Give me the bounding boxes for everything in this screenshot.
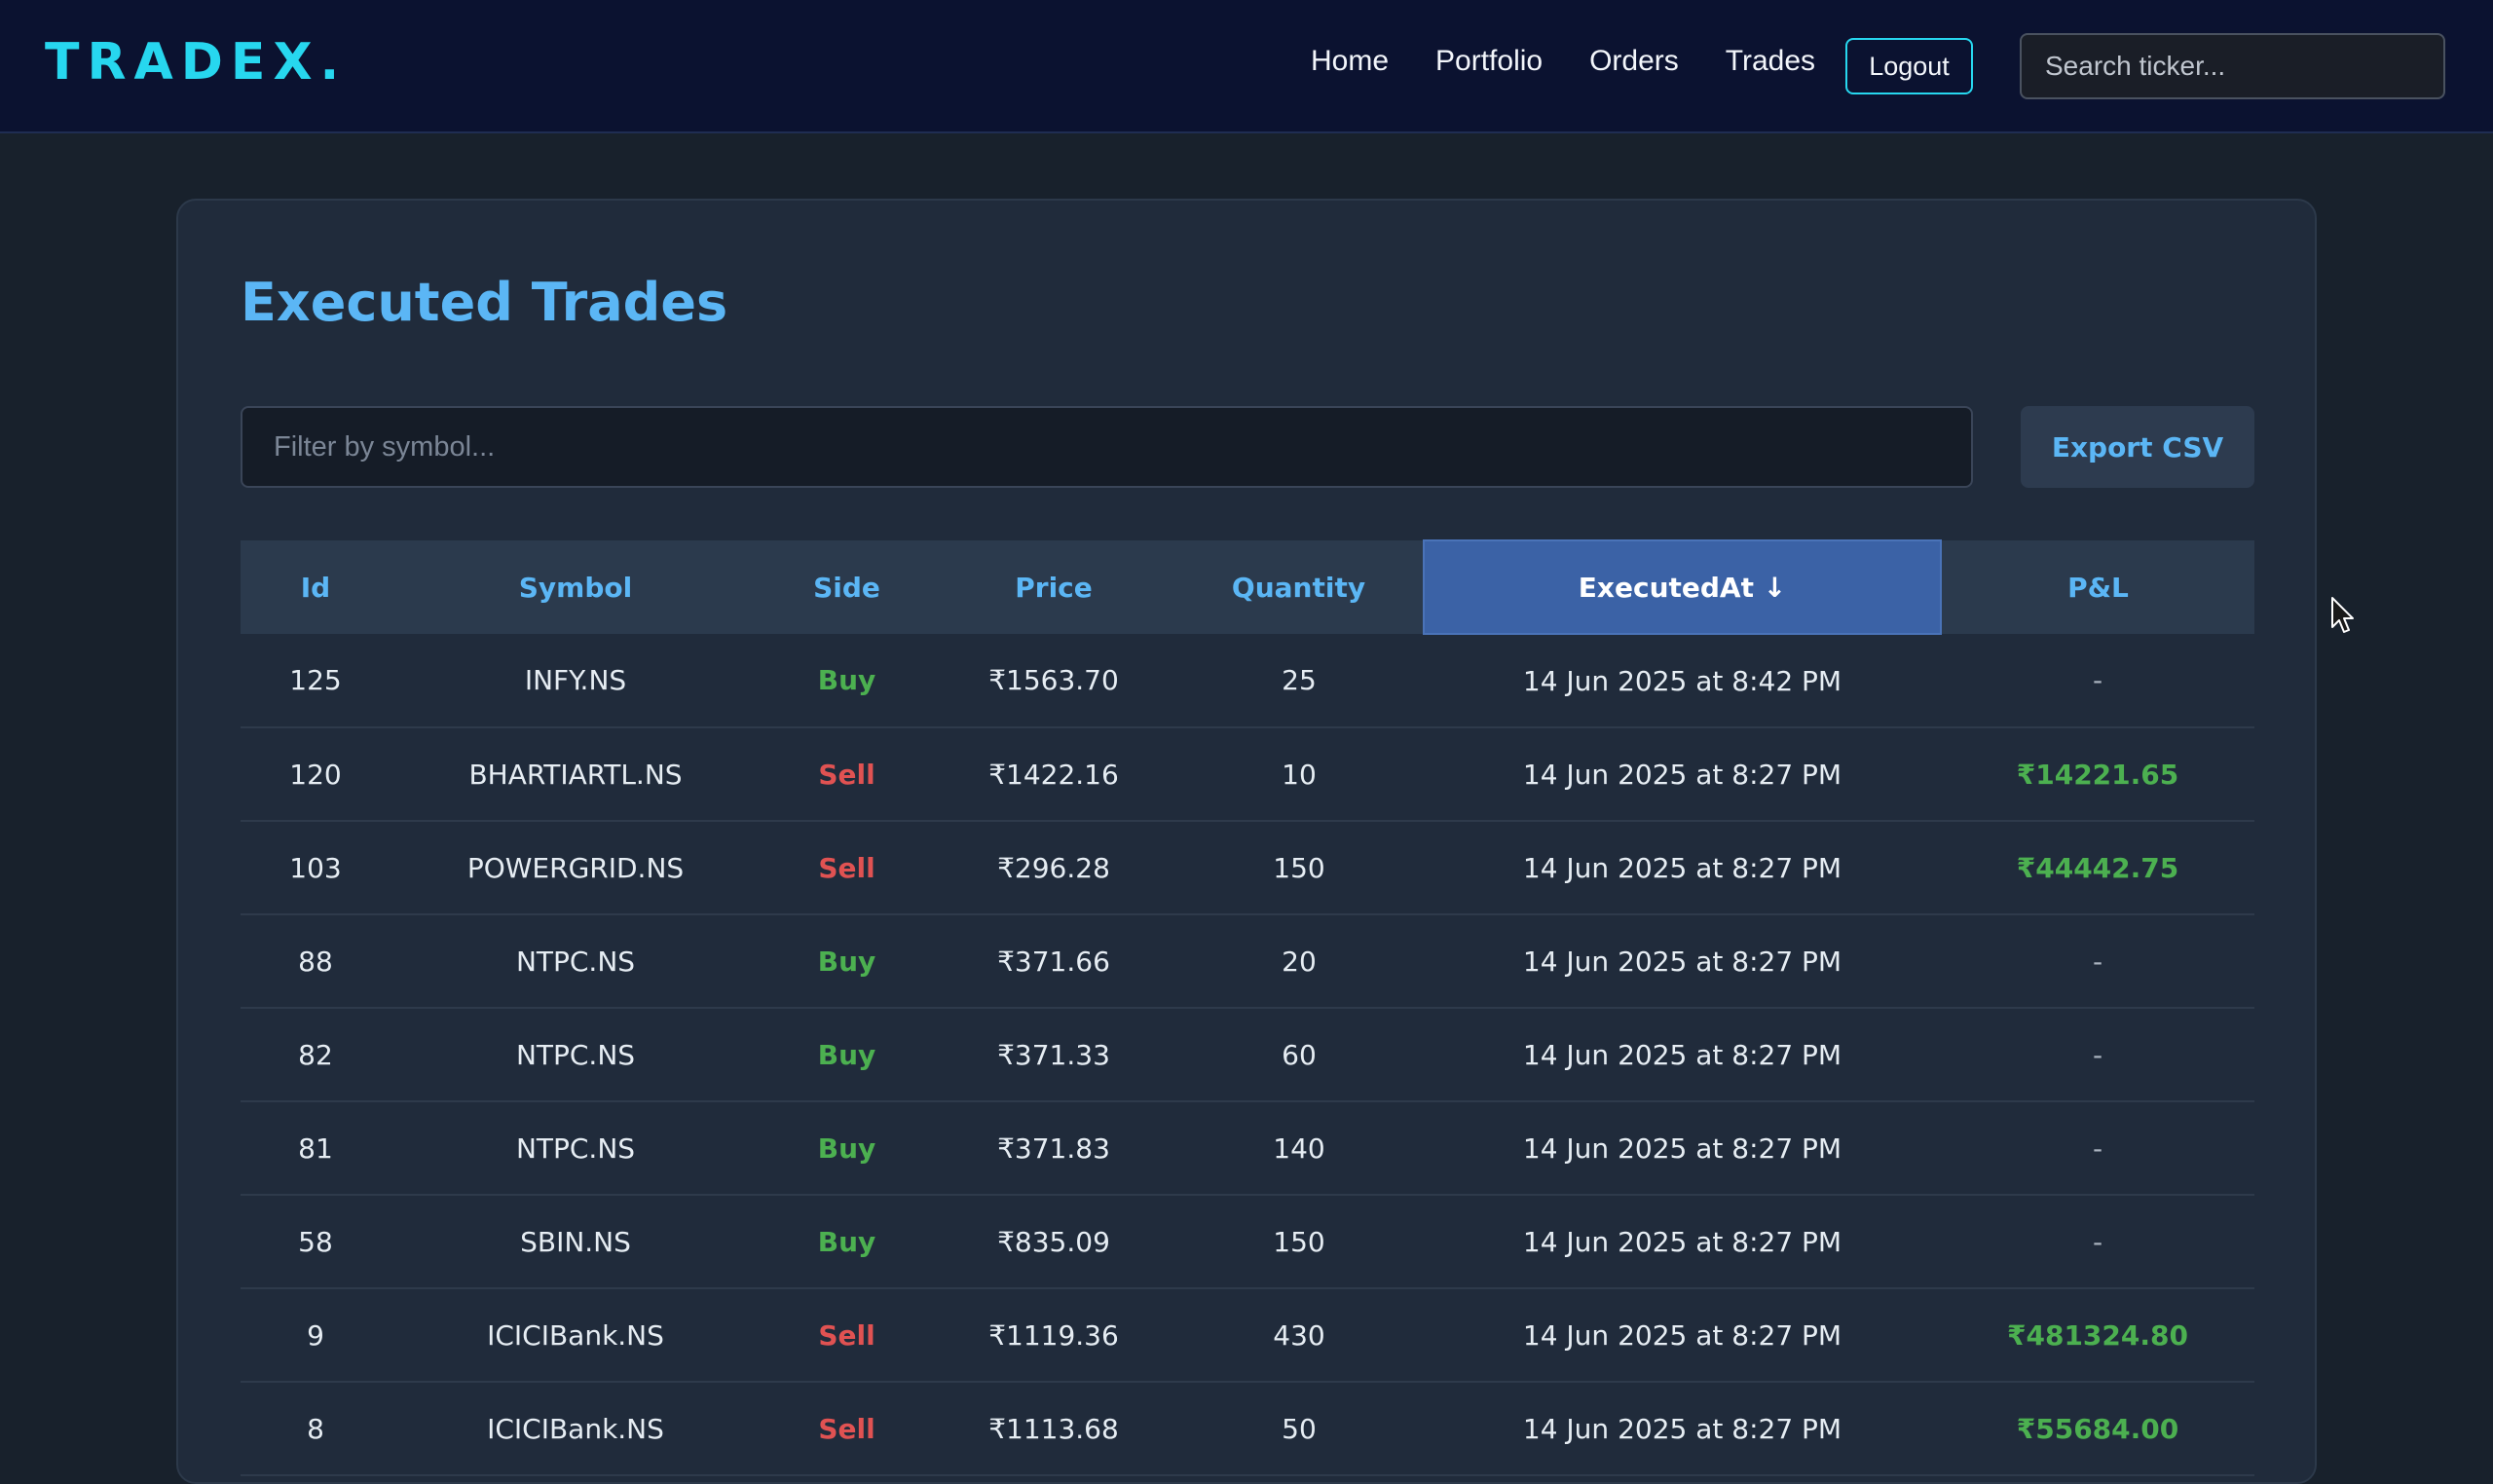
app-logo[interactable]: TRADEX. bbox=[45, 33, 347, 92]
navbar: TRADEX. Home Portfolio Orders Trades Log… bbox=[0, 0, 2493, 133]
trade-pnl: ₹44442.75 bbox=[1941, 821, 2254, 915]
table-row: 58 SBIN.NS Buy ₹835.09 150 14 Jun 2025 a… bbox=[241, 1195, 2254, 1289]
trade-side: Buy bbox=[761, 1195, 933, 1289]
trade-executed-at: 14 Jun 2025 at 8:27 PM bbox=[1424, 821, 1941, 915]
trade-side: Sell bbox=[761, 727, 933, 822]
column-header-price[interactable]: Price bbox=[933, 540, 1174, 634]
trade-pnl: ₹55684.00 bbox=[1941, 1382, 2254, 1476]
trade-pnl: - bbox=[1941, 634, 2254, 728]
trade-executed-at: 14 Jun 2025 at 8:27 PM bbox=[1424, 914, 1941, 1009]
page-title: Executed Trades bbox=[241, 272, 728, 333]
trade-price: ₹371.83 bbox=[933, 1101, 1174, 1196]
trade-side: Buy bbox=[761, 1008, 933, 1102]
trade-id: 103 bbox=[241, 821, 391, 915]
trade-quantity: 140 bbox=[1174, 1101, 1424, 1196]
table-header-row: Id Symbol Side Price Quantity ExecutedAt… bbox=[241, 539, 2254, 635]
trade-quantity: 60 bbox=[1174, 1008, 1424, 1102]
trade-quantity: 150 bbox=[1174, 821, 1424, 915]
trade-pnl: - bbox=[1941, 1008, 2254, 1102]
trade-executed-at: 14 Jun 2025 at 8:42 PM bbox=[1424, 634, 1941, 728]
table-row: 88 NTPC.NS Buy ₹371.66 20 14 Jun 2025 at… bbox=[241, 914, 2254, 1009]
column-header-id[interactable]: Id bbox=[241, 540, 391, 634]
trade-price: ₹371.66 bbox=[933, 914, 1174, 1009]
trade-quantity: 10 bbox=[1174, 727, 1424, 822]
table-row: 8 ICICIBank.NS Sell ₹1113.68 50 14 Jun 2… bbox=[241, 1382, 2254, 1476]
table-row: 120 BHARTIARTL.NS Sell ₹1422.16 10 14 Ju… bbox=[241, 727, 2254, 822]
trade-symbol: ICICIBank.NS bbox=[391, 1382, 761, 1476]
trade-price: ₹1563.70 bbox=[933, 634, 1174, 728]
trade-price: ₹371.33 bbox=[933, 1008, 1174, 1102]
column-header-executed-at[interactable]: ExecutedAt ↓ bbox=[1423, 539, 1942, 635]
trades-table: Id Symbol Side Price Quantity ExecutedAt… bbox=[241, 539, 2254, 1476]
trade-executed-at: 14 Jun 2025 at 8:27 PM bbox=[1424, 1008, 1941, 1102]
column-header-quantity[interactable]: Quantity bbox=[1174, 540, 1424, 634]
column-header-symbol[interactable]: Symbol bbox=[391, 540, 761, 634]
trade-quantity: 430 bbox=[1174, 1288, 1424, 1383]
main-nav: Home Portfolio Orders Trades bbox=[1311, 45, 1862, 78]
table-row: 81 NTPC.NS Buy ₹371.83 140 14 Jun 2025 a… bbox=[241, 1101, 2254, 1196]
trade-side: Sell bbox=[761, 1288, 933, 1383]
trade-id: 81 bbox=[241, 1101, 391, 1196]
trade-id: 9 bbox=[241, 1288, 391, 1383]
trade-executed-at: 14 Jun 2025 at 8:27 PM bbox=[1424, 727, 1941, 822]
trade-executed-at: 14 Jun 2025 at 8:27 PM bbox=[1424, 1288, 1941, 1383]
trades-card: Executed Trades Export CSV Id Symbol Sid… bbox=[176, 199, 2317, 1484]
trade-side: Sell bbox=[761, 1382, 933, 1476]
trade-pnl: - bbox=[1941, 1101, 2254, 1196]
trade-price: ₹296.28 bbox=[933, 821, 1174, 915]
trade-pnl: ₹14221.65 bbox=[1941, 727, 2254, 822]
trade-id: 82 bbox=[241, 1008, 391, 1102]
trade-price: ₹1119.36 bbox=[933, 1288, 1174, 1383]
trade-executed-at: 14 Jun 2025 at 8:27 PM bbox=[1424, 1382, 1941, 1476]
logout-button[interactable]: Logout bbox=[1845, 38, 1973, 94]
trade-side: Buy bbox=[761, 1101, 933, 1196]
trade-side: Sell bbox=[761, 821, 933, 915]
ticker-search-input[interactable] bbox=[2020, 33, 2445, 99]
trade-id: 58 bbox=[241, 1195, 391, 1289]
trade-id: 88 bbox=[241, 914, 391, 1009]
trade-quantity: 50 bbox=[1174, 1382, 1424, 1476]
trade-price: ₹1113.68 bbox=[933, 1382, 1174, 1476]
trade-pnl: - bbox=[1941, 1195, 2254, 1289]
trade-pnl: - bbox=[1941, 914, 2254, 1009]
symbol-filter-input[interactable] bbox=[241, 406, 1973, 488]
trade-symbol: POWERGRID.NS bbox=[391, 821, 761, 915]
table-row: 125 INFY.NS Buy ₹1563.70 25 14 Jun 2025 … bbox=[241, 634, 2254, 728]
nav-home-link[interactable]: Home bbox=[1311, 45, 1389, 78]
trade-symbol: SBIN.NS bbox=[391, 1195, 761, 1289]
table-row: 103 POWERGRID.NS Sell ₹296.28 150 14 Jun… bbox=[241, 821, 2254, 915]
nav-trades-link[interactable]: Trades bbox=[1726, 45, 1815, 78]
nav-portfolio-link[interactable]: Portfolio bbox=[1435, 45, 1543, 78]
export-csv-button[interactable]: Export CSV bbox=[2021, 406, 2254, 488]
trade-id: 8 bbox=[241, 1382, 391, 1476]
trade-id: 120 bbox=[241, 727, 391, 822]
trade-symbol: ICICIBank.NS bbox=[391, 1288, 761, 1383]
trade-symbol: NTPC.NS bbox=[391, 914, 761, 1009]
trade-price: ₹835.09 bbox=[933, 1195, 1174, 1289]
trade-symbol: NTPC.NS bbox=[391, 1008, 761, 1102]
trade-price: ₹1422.16 bbox=[933, 727, 1174, 822]
trade-quantity: 20 bbox=[1174, 914, 1424, 1009]
trade-quantity: 150 bbox=[1174, 1195, 1424, 1289]
trade-symbol: BHARTIARTL.NS bbox=[391, 727, 761, 822]
trade-side: Buy bbox=[761, 634, 933, 728]
nav-orders-link[interactable]: Orders bbox=[1589, 45, 1679, 78]
trade-pnl: ₹481324.80 bbox=[1941, 1288, 2254, 1383]
mouse-cursor-icon bbox=[2331, 597, 2354, 633]
trade-symbol: NTPC.NS bbox=[391, 1101, 761, 1196]
trade-executed-at: 14 Jun 2025 at 8:27 PM bbox=[1424, 1101, 1941, 1196]
trade-symbol: INFY.NS bbox=[391, 634, 761, 728]
trade-side: Buy bbox=[761, 914, 933, 1009]
table-row: 9 ICICIBank.NS Sell ₹1119.36 430 14 Jun … bbox=[241, 1288, 2254, 1383]
trade-quantity: 25 bbox=[1174, 634, 1424, 728]
trade-id: 125 bbox=[241, 634, 391, 728]
trade-executed-at: 14 Jun 2025 at 8:27 PM bbox=[1424, 1195, 1941, 1289]
column-header-side[interactable]: Side bbox=[761, 540, 933, 634]
column-header-pnl[interactable]: P&L bbox=[1941, 540, 2254, 634]
table-row: 82 NTPC.NS Buy ₹371.33 60 14 Jun 2025 at… bbox=[241, 1008, 2254, 1102]
